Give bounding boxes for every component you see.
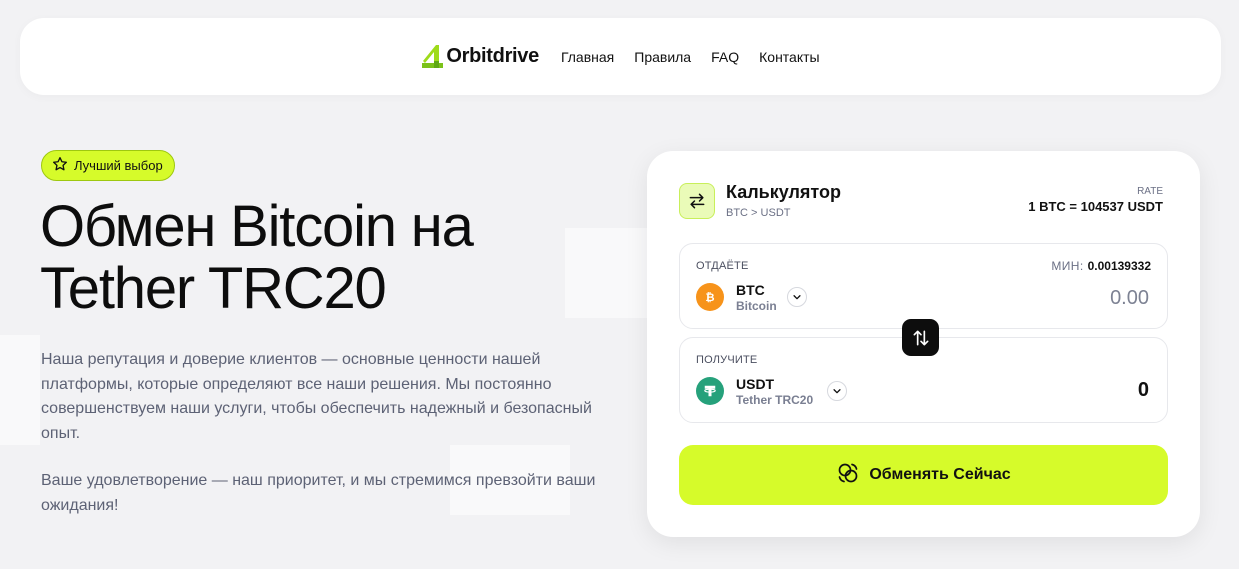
give-amount-input[interactable]: 0.00: [1110, 287, 1149, 310]
logo[interactable]: Orbitdrive: [421, 44, 539, 70]
give-field: ОТДАЁТЕ МИН: 0.00139332 ₿ BTC Bitcoin 0.0…: [679, 243, 1168, 329]
min-value: 0.00139332: [1087, 259, 1151, 273]
get-coin-name: Tether TRC20: [736, 393, 814, 407]
get-coin-code: USDT: [736, 376, 775, 392]
currency-pair: BTC > USDT: [726, 207, 791, 219]
give-currency-dropdown[interactable]: [787, 287, 807, 307]
logo-icon: [421, 44, 445, 70]
exchange-button-label: Обменять Сейчас: [869, 466, 1011, 483]
bitcoin-icon: ₿: [696, 283, 724, 311]
chevron-down-icon: [833, 389, 841, 394]
page-title: Обмен Bitcoin на Tether TRC20: [40, 196, 600, 320]
badge-label: Лучший выбор: [74, 158, 163, 173]
star-icon: [52, 156, 68, 175]
tether-icon: [696, 377, 724, 405]
main-nav: Главная Правила FAQ Контакты: [561, 49, 820, 65]
get-amount-output: 0: [1137, 379, 1149, 401]
title-line-2: Tether TRC20: [40, 256, 387, 321]
exchange-calculator: Калькулятор BTC > USDT RATE 1 BTC = 1045…: [647, 151, 1200, 537]
swap-direction-button[interactable]: [902, 319, 939, 356]
give-coin-name: Bitcoin: [736, 299, 777, 313]
give-coin-code: BTC: [736, 282, 765, 298]
nav-link-faq[interactable]: FAQ: [711, 49, 739, 65]
rate-value: 1 BTC = 104537 USDT: [1028, 199, 1163, 214]
hero-tagline: Ваше удовлетворение — наш приоритет, и м…: [41, 472, 596, 514]
calculator-title: Калькулятор: [726, 182, 842, 202]
svg-text:₿: ₿: [705, 290, 714, 304]
swap-arrows-icon: [913, 330, 928, 345]
rate-label: RATE: [1137, 186, 1163, 197]
top-navbar: Orbitdrive Главная Правила FAQ Контакты: [20, 18, 1221, 95]
nav-link-home[interactable]: Главная: [561, 49, 614, 65]
exchange-coins-icon: [836, 461, 860, 490]
min-amount: МИН: 0.00139332: [1051, 259, 1151, 273]
best-choice-badge: Лучший выбор: [41, 150, 175, 181]
get-label: ПОЛУЧИТЕ: [696, 354, 758, 366]
hero-description: Наша репутация и доверие клиентов — осно…: [41, 351, 592, 442]
give-label: ОТДАЁТЕ: [696, 260, 749, 272]
nav-link-contacts[interactable]: Контакты: [759, 49, 819, 65]
nav-link-rules[interactable]: Правила: [634, 49, 691, 65]
logo-text: Orbitdrive: [446, 45, 539, 67]
chevron-down-icon: [793, 295, 801, 300]
get-currency-dropdown[interactable]: [827, 381, 847, 401]
exchange-arrows-icon: [679, 183, 715, 219]
min-label: МИН:: [1051, 259, 1084, 273]
background-tile: [0, 335, 40, 445]
title-line-1: Обмен Bitcoin на: [40, 194, 474, 259]
exchange-now-button[interactable]: Обменять Сейчас: [679, 445, 1168, 505]
